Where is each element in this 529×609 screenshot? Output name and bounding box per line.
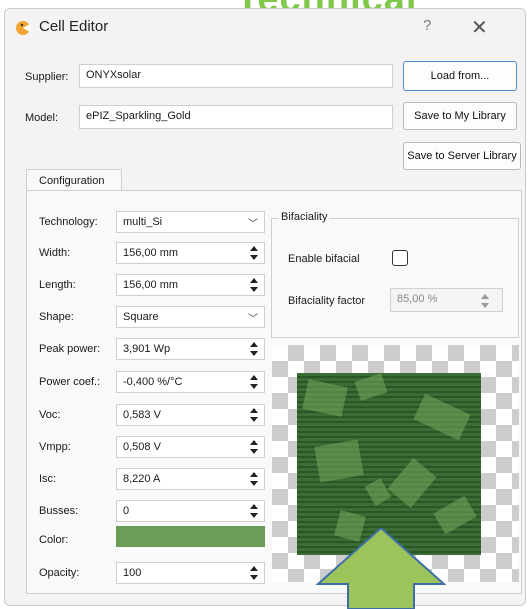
technology-value: multi_Si (123, 216, 163, 228)
pointer-arrow-icon (316, 528, 446, 609)
shape-select[interactable]: Square ﹀ (116, 306, 265, 328)
isc-spin-icon[interactable] (247, 469, 261, 489)
enable-bifacial-label: Enable bifacial (288, 253, 360, 265)
width-spin-icon[interactable] (247, 243, 261, 261)
color-label: Color: (39, 534, 69, 546)
power-coef-value: -0,400 %/°C (123, 376, 183, 388)
tab-configuration[interactable]: Configuration (26, 169, 122, 191)
length-label: Length: (39, 279, 76, 291)
vmpp-value: 0,508 V (123, 441, 161, 453)
supplier-field[interactable]: ONYXsolar (79, 64, 393, 88)
model-field[interactable]: ePIZ_Sparkling_Gold (79, 105, 393, 129)
save-to-my-library-button[interactable]: Save to My Library (403, 102, 517, 130)
technology-label: Technology: (39, 216, 98, 228)
isc-label: Isc: (39, 473, 57, 485)
peak-power-stepper[interactable]: 3,901 Wp (116, 338, 265, 360)
busses-stepper[interactable]: 0 (116, 500, 265, 522)
shape-value: Square (123, 311, 159, 323)
close-icon[interactable]: ✕ (471, 15, 488, 40)
busses-label: Busses: (39, 505, 79, 517)
bifaciality-factor-spin-icon[interactable] (478, 291, 492, 311)
chevron-down-icon: ﹀ (248, 219, 258, 230)
opacity-spin-icon[interactable] (247, 563, 261, 583)
color-picker[interactable] (116, 526, 265, 547)
busses-value: 0 (123, 505, 130, 517)
bifaciality-factor-label: Bifaciality factor (288, 295, 366, 307)
length-spin-icon[interactable] (247, 275, 261, 295)
chevron-down-icon: ﹀ (248, 314, 258, 325)
bifaciality-group (271, 218, 519, 338)
voc-spin-icon[interactable] (247, 405, 261, 425)
opacity-stepper[interactable]: 100 (116, 562, 265, 584)
peak-power-value: 3,901 Wp (123, 343, 171, 355)
peak-power-label: Peak power: (39, 343, 101, 355)
help-button[interactable]: ? (423, 17, 431, 34)
voc-value: 0,583 V (123, 409, 161, 421)
power-coef-stepper[interactable]: -0,400 %/°C (116, 371, 265, 393)
power-coef-label: Power coef.: (39, 376, 101, 388)
length-stepper[interactable]: 156,00 mm (116, 274, 265, 296)
enable-bifacial-checkbox[interactable] (392, 250, 408, 266)
supplier-label: Supplier: (25, 71, 69, 83)
peak-power-spin-icon[interactable] (247, 339, 261, 359)
isc-stepper[interactable]: 8,220 A (116, 468, 265, 490)
shape-label: Shape: (39, 311, 74, 323)
voc-stepper[interactable]: 0,583 V (116, 404, 265, 426)
bifaciality-group-title: Bifaciality (279, 211, 330, 223)
width-label: Width: (39, 247, 71, 259)
bifaciality-factor-value: 85,00 % (397, 293, 438, 305)
vmpp-spin-icon[interactable] (247, 437, 261, 457)
busses-spin-icon[interactable] (247, 501, 261, 521)
power-coef-spin-icon[interactable] (247, 372, 261, 392)
opacity-value: 100 (123, 567, 142, 579)
app-logo-icon (15, 20, 32, 39)
width-stepper[interactable]: 156,00 mm (116, 242, 265, 264)
vmpp-label: Vmpp: (39, 441, 71, 453)
model-label: Model: (25, 112, 59, 124)
vmpp-stepper[interactable]: 0,508 V (116, 436, 265, 458)
length-value: 156,00 mm (123, 279, 179, 291)
title-bar: Cell Editor ? ✕ (5, 9, 525, 45)
voc-label: Voc: (39, 409, 61, 421)
load-from-button[interactable]: Load from... (403, 61, 517, 91)
opacity-label: Opacity: (39, 567, 80, 579)
width-value: 156,00 mm (123, 247, 179, 259)
technology-select[interactable]: multi_Si ﹀ (116, 211, 265, 233)
window-title: Cell Editor (39, 18, 109, 35)
save-to-server-library-button[interactable]: Save to Server Library (403, 142, 521, 170)
isc-value: 8,220 A (123, 473, 161, 485)
